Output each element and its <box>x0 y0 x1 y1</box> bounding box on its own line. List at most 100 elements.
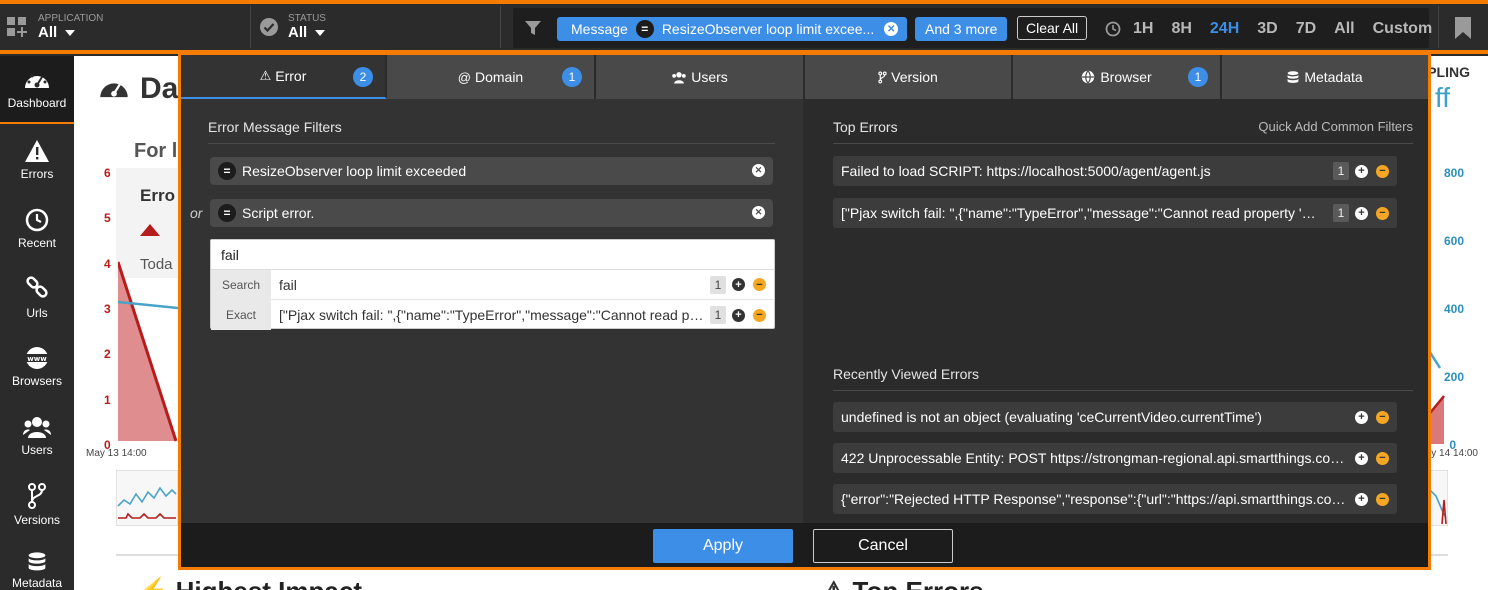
error-text: {"error":"Rejected HTTP Response","respo… <box>841 491 1347 507</box>
include-icon[interactable]: + <box>1355 164 1368 178</box>
time-range-selector: 1H 8H 24H 3D 7D All Custom <box>1105 16 1450 42</box>
top-error-item[interactable]: ["Pjax switch fail: ",{"name":"TypeError… <box>833 198 1397 228</box>
nav-errors[interactable]: Errors <box>0 126 74 194</box>
nav-label: Browsers <box>11 374 62 388</box>
remove-filter-icon[interactable]: ✕ <box>752 206 765 219</box>
time-option-24h[interactable]: 24H <box>1210 20 1239 38</box>
nav-label: Versions <box>13 513 61 527</box>
tab-domain[interactable]: @ Domain 1 <box>387 55 596 99</box>
suggestion-row-exact[interactable]: Exact ["Pjax switch fail: ",{"name":"Typ… <box>211 300 774 330</box>
clock-icon <box>1105 21 1121 37</box>
chip-field: Message <box>571 21 628 37</box>
divider <box>833 390 1413 391</box>
chevron-down-icon <box>65 29 76 36</box>
time-option-3d[interactable]: 3D <box>1257 20 1277 38</box>
exclude-icon[interactable]: − <box>1376 451 1389 465</box>
message-filter-chip[interactable]: Message = ResizeObserver loop limit exce… <box>557 17 907 41</box>
error-message-filters-heading: Error Message Filters <box>208 119 342 135</box>
filter-value: Script error. <box>242 205 315 221</box>
nav-label: Users <box>21 443 53 457</box>
sampling-value[interactable]: ff <box>1435 82 1450 114</box>
nav-label: Recent <box>17 236 57 250</box>
tab-label: Browser <box>1100 69 1152 85</box>
exclude-icon[interactable]: − <box>1376 410 1389 424</box>
equals-icon: = <box>218 162 236 180</box>
include-icon[interactable]: + <box>732 278 745 291</box>
recent-error-item[interactable]: 422 Unprocessable Entity: POST https://s… <box>833 443 1397 473</box>
time-option-1h[interactable]: 1H <box>1133 20 1153 38</box>
y-axis-right-tick: 800 <box>1443 166 1464 180</box>
nav-users[interactable]: Users <box>0 402 74 470</box>
exclude-icon[interactable]: − <box>753 278 766 291</box>
y-axis-left-tick: 4 <box>104 257 111 271</box>
page-subtitle: For l <box>134 140 178 162</box>
modal-footer: Apply Cancel <box>181 523 1428 567</box>
include-icon[interactable]: + <box>1355 410 1368 424</box>
tab-error[interactable]: ⚠ Error 2 <box>181 55 387 99</box>
recent-error-item[interactable]: undefined is not an object (evaluating '… <box>833 402 1397 432</box>
include-icon[interactable]: + <box>732 308 745 322</box>
tab-metadata[interactable]: Metadata <box>1222 55 1428 99</box>
time-option-8h[interactable]: 8H <box>1171 20 1191 38</box>
more-filters-button[interactable]: And 3 more <box>915 17 1008 41</box>
apply-button[interactable]: Apply <box>653 529 793 563</box>
exclude-icon[interactable]: − <box>1376 492 1389 506</box>
suggestion-row-search[interactable]: Search fail 1 + − <box>211 269 774 300</box>
nav-urls[interactable]: Urls <box>0 264 74 332</box>
exclude-icon[interactable]: − <box>1376 164 1389 178</box>
divider <box>500 6 501 48</box>
error-count: 1 <box>1333 204 1349 222</box>
error-text: undefined is not an object (evaluating '… <box>841 409 1262 425</box>
y-axis-right-tick: 600 <box>1443 234 1464 248</box>
top-error-item[interactable]: Failed to load SCRIPT: https://localhost… <box>833 156 1397 186</box>
quick-add-common-filters-link[interactable]: Quick Add Common Filters <box>1258 119 1413 134</box>
tab-browser[interactable]: Browser 1 <box>1013 55 1222 99</box>
error-search-input[interactable] <box>211 240 774 270</box>
x-axis-start-label: May 13 14:00 <box>86 448 147 459</box>
branch-icon <box>878 71 887 83</box>
nav-metadata[interactable]: Metadata <box>0 540 74 590</box>
exclude-icon[interactable]: − <box>1376 206 1389 220</box>
tab-version[interactable]: Version <box>805 55 1013 99</box>
recent-error-item[interactable]: {"error":"Rejected HTTP Response","respo… <box>833 484 1397 514</box>
error-filter-item[interactable]: = Script error. ✕ <box>210 199 773 227</box>
close-icon[interactable]: ✕ <box>884 22 899 36</box>
error-search-box: Search fail 1 + − Exact ["Pjax switch fa… <box>210 239 775 330</box>
top-errors-heading: Top Errors <box>833 119 898 135</box>
or-label: or <box>190 205 203 221</box>
suggestion-count: 1 <box>710 306 726 324</box>
status-selector[interactable]: STATUS All <box>260 6 326 48</box>
include-icon[interactable]: + <box>1355 206 1368 220</box>
tab-users[interactable]: Users <box>596 55 805 99</box>
nav-recent[interactable]: Recent <box>0 195 74 263</box>
error-text: ["Pjax switch fail: ",{"name":"TypeError… <box>841 205 1327 221</box>
time-option-custom[interactable]: Custom <box>1373 20 1433 38</box>
include-icon[interactable]: + <box>1355 492 1368 506</box>
tab-badge: 2 <box>353 67 373 87</box>
nav-label: Metadata <box>11 576 63 590</box>
exclude-icon[interactable]: − <box>753 308 766 322</box>
error-filter-item[interactable]: = ResizeObserver loop limit exceeded ✕ <box>210 157 773 185</box>
globe-icon <box>1082 70 1095 84</box>
clear-all-button[interactable]: Clear All <box>1017 16 1088 40</box>
application-selector[interactable]: APPLICATION All <box>6 6 103 48</box>
database-icon <box>28 552 46 571</box>
y-axis-left-tick: 2 <box>104 347 111 361</box>
time-option-7d[interactable]: 7D <box>1296 20 1316 38</box>
include-icon[interactable]: + <box>1355 451 1368 465</box>
remove-filter-icon[interactable]: ✕ <box>752 164 765 177</box>
nav-versions[interactable]: Versions <box>0 471 74 539</box>
nav-dashboard[interactable]: Dashboard <box>0 56 74 124</box>
arrow-up-icon <box>140 224 160 236</box>
time-option-all[interactable]: All <box>1334 20 1354 38</box>
bookmark-icon[interactable] <box>1454 16 1472 40</box>
equals-icon: = <box>635 20 654 38</box>
filter-icon[interactable] <box>524 19 542 37</box>
nav-label: Urls <box>26 306 48 320</box>
dashboard-icon <box>100 83 128 98</box>
cancel-button[interactable]: Cancel <box>813 529 953 563</box>
nav-browsers[interactable]: www Browsers <box>0 333 74 401</box>
tab-badge: 1 <box>1188 67 1208 87</box>
y-axis-left-tick: 3 <box>104 302 111 316</box>
warning-icon: ⚠ <box>259 68 272 83</box>
